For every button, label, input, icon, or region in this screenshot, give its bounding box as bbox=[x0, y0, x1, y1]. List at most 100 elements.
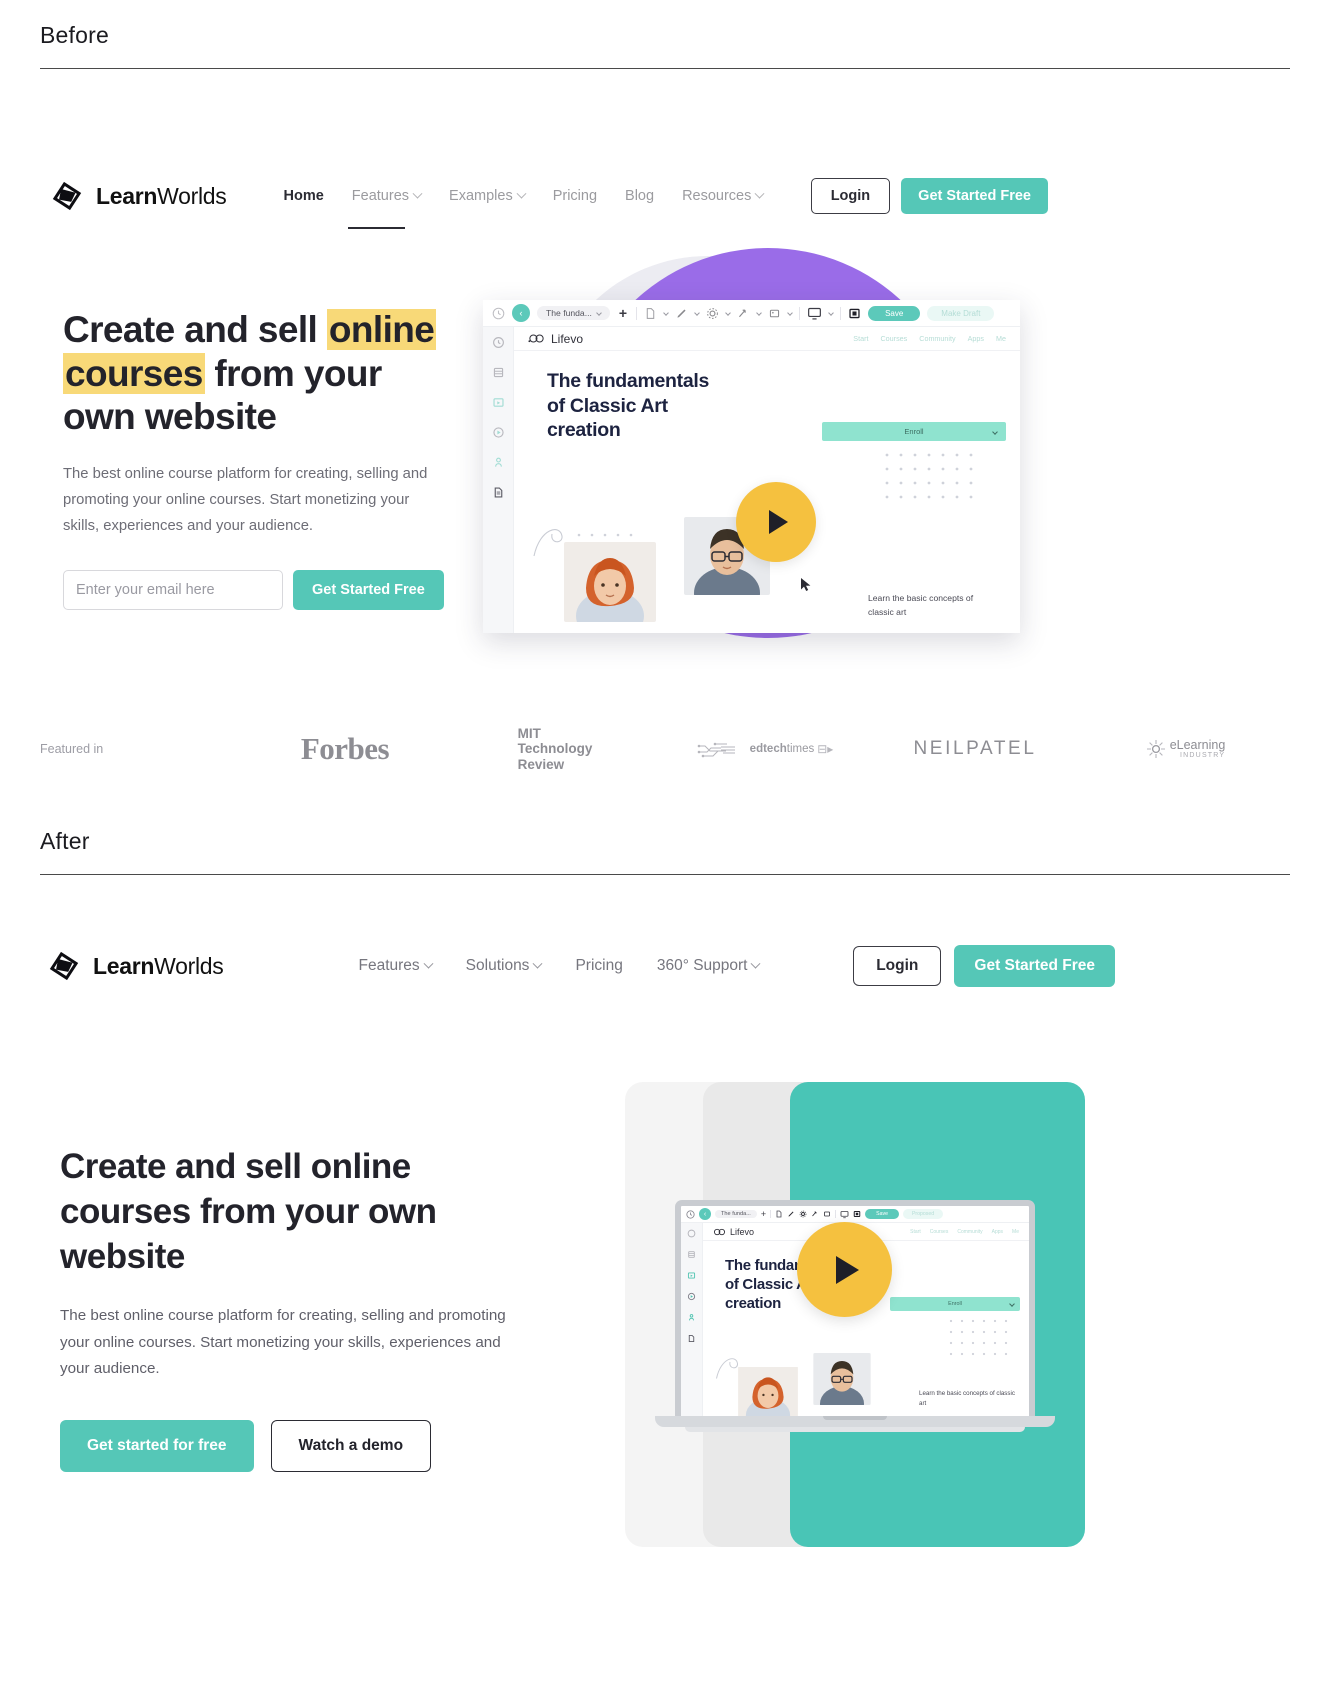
before-logo-text: LearnWorlds bbox=[96, 183, 227, 210]
link-icon[interactable] bbox=[737, 307, 750, 320]
history-clock-icon[interactable] bbox=[687, 1229, 696, 1238]
lifevo-link-apps[interactable]: Apps bbox=[968, 334, 984, 343]
enroll-button[interactable]: Enroll bbox=[890, 1297, 1020, 1311]
toolbar-divider bbox=[770, 1210, 772, 1218]
after-logo[interactable]: LearnWorlds bbox=[45, 947, 224, 985]
after-hero-paragraph: The best online course platform for crea… bbox=[60, 1307, 506, 1377]
nav-item-examples[interactable]: Examples bbox=[449, 182, 527, 210]
chevron-down-icon bbox=[751, 958, 761, 969]
desktop-preview-icon[interactable] bbox=[840, 1210, 849, 1219]
nav-label: Blog bbox=[625, 188, 655, 204]
image-icon[interactable] bbox=[768, 307, 781, 320]
save-button[interactable]: Save bbox=[868, 305, 921, 321]
editor-sidebar-rail bbox=[483, 327, 514, 633]
lifevo-link-apps[interactable]: Apps bbox=[992, 1229, 1003, 1235]
back-arrow-icon[interactable]: ‹ bbox=[699, 1208, 711, 1220]
settings-gear-icon[interactable] bbox=[706, 307, 719, 320]
lifevo-link-me[interactable]: Me bbox=[996, 334, 1006, 343]
pages-icon[interactable] bbox=[687, 1250, 696, 1259]
video-icon[interactable] bbox=[492, 426, 505, 439]
chevron-down-icon bbox=[663, 310, 669, 316]
nav-item-features[interactable]: Features bbox=[359, 951, 434, 981]
student-photo-2 bbox=[813, 1353, 871, 1405]
user-icon[interactable] bbox=[687, 1313, 696, 1322]
document-icon[interactable] bbox=[687, 1334, 696, 1343]
proposed-button[interactable]: Proposed bbox=[902, 1209, 944, 1219]
history-clock-icon[interactable] bbox=[492, 307, 505, 320]
nav-item-blog[interactable]: Blog bbox=[625, 182, 654, 210]
file-icon[interactable] bbox=[644, 307, 657, 320]
video-icon[interactable] bbox=[687, 1292, 696, 1301]
nav-item-resources[interactable]: Resources bbox=[682, 182, 765, 210]
document-icon[interactable] bbox=[492, 486, 505, 499]
image-icon[interactable] bbox=[823, 1210, 831, 1218]
before-nav-actions: Login Get Started Free bbox=[810, 178, 1048, 214]
email-input[interactable] bbox=[63, 569, 283, 610]
lifevo-link-me[interactable]: Me bbox=[1012, 1229, 1019, 1235]
nav-item-pricing[interactable]: Pricing bbox=[553, 182, 597, 210]
course-title-line: The fundamentals bbox=[547, 370, 710, 392]
nav-label: 360° Support bbox=[656, 957, 748, 974]
learnworlds-logo-icon bbox=[45, 947, 83, 985]
layout-grid-icon[interactable] bbox=[853, 1210, 861, 1218]
media-icon[interactable] bbox=[687, 1271, 696, 1280]
lifevo-link-courses[interactable]: Courses bbox=[880, 334, 907, 343]
enroll-button[interactable]: Enroll bbox=[822, 422, 1006, 441]
get-started-free-button[interactable]: Get Started Free bbox=[901, 178, 1048, 214]
chevron-down-icon bbox=[787, 310, 793, 316]
save-button[interactable]: Save bbox=[865, 1209, 899, 1219]
pages-icon[interactable] bbox=[492, 366, 505, 379]
nav-item-pricing[interactable]: Pricing bbox=[575, 951, 622, 981]
nav-item-360-support[interactable]: 360° Support bbox=[656, 951, 761, 981]
plus-icon[interactable]: + bbox=[619, 305, 627, 321]
page-title-dropdown[interactable]: The funda... bbox=[537, 306, 610, 320]
elearning-industry-logo: eLearning INDUSTRY bbox=[1080, 738, 1290, 760]
pencil-icon[interactable] bbox=[675, 307, 688, 320]
back-arrow-icon[interactable]: ‹ bbox=[512, 304, 530, 322]
page-title-dropdown[interactable]: The funda... bbox=[715, 1210, 757, 1218]
chevron-down-icon bbox=[516, 188, 527, 199]
lifevo-link-start[interactable]: Start bbox=[853, 334, 868, 343]
lifevo-site-name: Lifevo bbox=[730, 1226, 755, 1237]
pencil-icon[interactable] bbox=[787, 1210, 795, 1218]
toolbar-divider bbox=[799, 306, 801, 320]
settings-gear-icon[interactable] bbox=[799, 1210, 807, 1218]
layout-grid-icon[interactable] bbox=[848, 307, 861, 320]
user-icon[interactable] bbox=[492, 456, 505, 469]
plus-icon[interactable]: + bbox=[761, 1209, 766, 1219]
link-icon[interactable] bbox=[811, 1210, 819, 1218]
nav-item-solutions[interactable]: Solutions bbox=[466, 951, 543, 981]
get-started-for-free-button[interactable]: Get started for free bbox=[60, 1419, 254, 1472]
lifevo-link-community[interactable]: Community bbox=[957, 1229, 982, 1235]
featured-in-label: Featured in bbox=[40, 742, 104, 756]
lifevo-link-courses[interactable]: Courses bbox=[930, 1229, 949, 1235]
get-started-free-button[interactable]: Get Started Free bbox=[954, 945, 1115, 987]
play-button-icon[interactable] bbox=[736, 482, 816, 562]
nav-item-features[interactable]: Features bbox=[352, 182, 423, 210]
lifevo-link-community[interactable]: Community bbox=[919, 334, 955, 343]
watch-a-demo-button[interactable]: Watch a demo bbox=[270, 1419, 432, 1472]
course-title-line: creation bbox=[725, 1294, 781, 1312]
toolbar-divider bbox=[840, 306, 842, 320]
student-photo-1 bbox=[564, 542, 656, 622]
desktop-preview-icon[interactable] bbox=[807, 306, 822, 321]
file-icon[interactable] bbox=[775, 1210, 783, 1218]
play-button-icon[interactable] bbox=[797, 1222, 892, 1317]
history-clock-icon[interactable] bbox=[686, 1209, 695, 1219]
login-button[interactable]: Login bbox=[853, 946, 942, 986]
login-button[interactable]: Login bbox=[810, 178, 891, 214]
history-clock-icon[interactable] bbox=[492, 336, 505, 349]
lifevo-link-start[interactable]: Start bbox=[910, 1229, 921, 1235]
cursor-icon bbox=[801, 578, 811, 591]
dot-grid-decoration bbox=[885, 453, 973, 499]
media-icon[interactable] bbox=[492, 396, 505, 409]
chevron-down-icon bbox=[1009, 1301, 1015, 1307]
after-label: After bbox=[40, 828, 90, 854]
nav-item-home[interactable]: Home bbox=[284, 182, 324, 210]
after-headline: Create and sell online courses from your… bbox=[60, 1147, 437, 1276]
make-draft-button[interactable]: Make Draft bbox=[927, 305, 995, 321]
hero-get-started-free-button[interactable]: Get Started Free bbox=[293, 569, 444, 610]
before-divider bbox=[40, 68, 1290, 69]
enroll-label: Enroll bbox=[904, 427, 924, 436]
before-logo[interactable]: LearnWorlds bbox=[48, 177, 227, 215]
